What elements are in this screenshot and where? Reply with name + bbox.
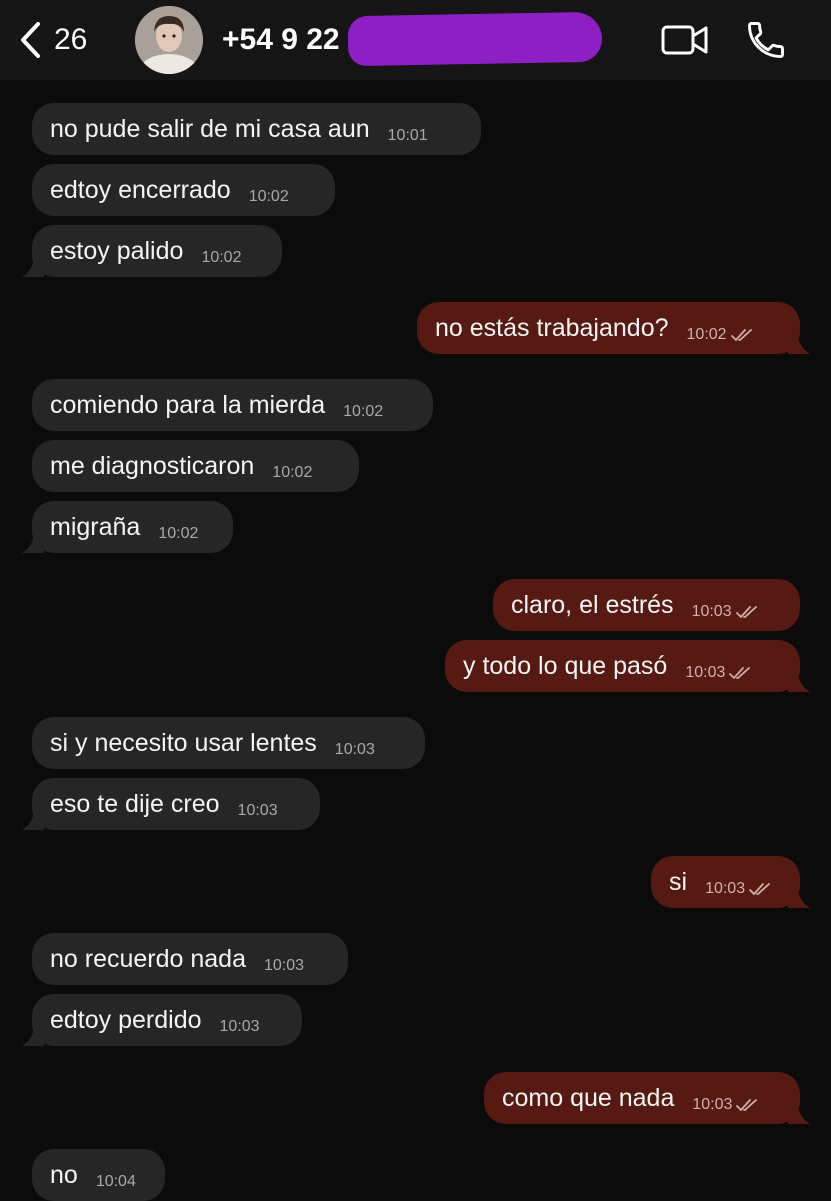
message-time: 10:03	[237, 802, 278, 819]
message-time: 10:02	[201, 249, 242, 266]
message-text: claro, el estrés	[511, 590, 674, 619]
message-time: 10:02	[158, 525, 199, 542]
message-text: comiendo para la mierda	[50, 390, 326, 419]
message-bubble-incoming[interactable]: no 10:04	[32, 1149, 165, 1201]
message-text: eso te dije creo	[50, 789, 220, 818]
bubble-tail	[788, 336, 810, 354]
message-bubble-incoming[interactable]: edtoy perdido 10:03	[22, 994, 302, 1046]
message-bubble-outgoing[interactable]: y todo lo que pasó 10:03	[445, 640, 810, 692]
chat-header: 26 +54 9 22	[0, 0, 831, 80]
bubble-tail	[22, 535, 44, 553]
message-time: 10:04	[95, 1173, 136, 1190]
message-text: no pude salir de mi casa aun	[50, 114, 370, 143]
avatar[interactable]	[135, 6, 203, 74]
chevron-left-icon	[21, 22, 40, 58]
message-bubble-outgoing[interactable]: si 10:03	[651, 856, 810, 908]
message-list[interactable]: no pude salir de mi casa aun 10:01 edtoy…	[0, 80, 831, 1201]
message-text: me diagnosticaron	[50, 451, 255, 480]
read-receipt-icon	[749, 883, 771, 896]
message-bubble-incoming[interactable]: me diagnosticaron 10:02	[32, 440, 359, 492]
message-text: edtoy perdido	[50, 1005, 202, 1034]
read-receipt-icon	[730, 329, 752, 342]
message-text: como que nada	[502, 1083, 675, 1112]
message-time: 10:02	[272, 464, 313, 481]
message-text: edtoy encerrado	[50, 175, 231, 204]
voice-call-button[interactable]	[744, 18, 788, 67]
read-receipt-icon	[736, 1099, 758, 1112]
message-text: no estás trabajando?	[435, 313, 669, 342]
bubble-tail	[22, 1028, 44, 1046]
message-bubble-incoming[interactable]: no recuerdo nada 10:03	[32, 933, 348, 985]
avatar-photo	[135, 6, 203, 74]
message-time: 10:03	[334, 741, 375, 758]
bubble-tail	[22, 812, 44, 830]
message-time: 10:03	[691, 603, 732, 620]
message-text: si y necesito usar lentes	[50, 728, 317, 757]
message-bubble-incoming[interactable]: estoy palido 10:02	[22, 225, 282, 277]
bubble-tail	[788, 674, 810, 692]
message-time: 10:02	[343, 403, 384, 420]
message-text: y todo lo que pasó	[463, 651, 668, 680]
message-bubble-incoming[interactable]: eso te dije creo 10:03	[22, 778, 320, 830]
message-time: 10:03	[685, 664, 726, 681]
message-bubble-incoming[interactable]: no pude salir de mi casa aun 10:01	[32, 103, 481, 155]
message-text: no recuerdo nada	[50, 944, 246, 973]
message-time: 10:03	[263, 957, 305, 974]
read-receipt-icon	[735, 606, 757, 619]
phone-icon	[748, 22, 784, 58]
message-time: 10:03	[692, 1096, 733, 1113]
message-text: migraña	[50, 512, 141, 541]
message-text: no	[50, 1160, 78, 1189]
message-bubble-incoming[interactable]: edtoy encerrado 10:02	[32, 164, 335, 216]
message-bubble-outgoing[interactable]: claro, el estrés 10:03	[493, 579, 800, 631]
video-camera-icon	[661, 25, 708, 55]
bubble-tail	[22, 259, 44, 277]
read-receipt-icon	[729, 667, 751, 680]
back-button[interactable]: 26	[18, 18, 87, 62]
message-bubble-outgoing[interactable]: no estás trabajando? 10:02	[417, 302, 810, 354]
bubble-tail	[788, 890, 810, 908]
message-text: estoy palido	[50, 236, 184, 265]
message-text: si	[669, 867, 688, 896]
message-time: 10:03	[705, 880, 746, 897]
bubble-tail	[788, 1106, 810, 1124]
message-bubble-incoming[interactable]: si y necesito usar lentes 10:03	[32, 717, 425, 769]
video-call-button[interactable]	[660, 22, 710, 63]
message-time: 10:02	[248, 188, 289, 205]
contact-name[interactable]: +54 9 22	[222, 22, 340, 58]
message-time: 10:03	[219, 1018, 260, 1035]
message-time: 10:02	[686, 326, 727, 343]
message-bubble-incoming[interactable]: migraña 10:02	[22, 501, 233, 553]
message-time: 10:01	[387, 127, 428, 144]
message-bubble-outgoing[interactable]: como que nada 10:03	[484, 1072, 810, 1124]
message-bubble-incoming[interactable]: comiendo para la mierda 10:02	[32, 379, 433, 431]
unread-count: 26	[54, 23, 88, 56]
redaction-mark	[347, 11, 603, 67]
